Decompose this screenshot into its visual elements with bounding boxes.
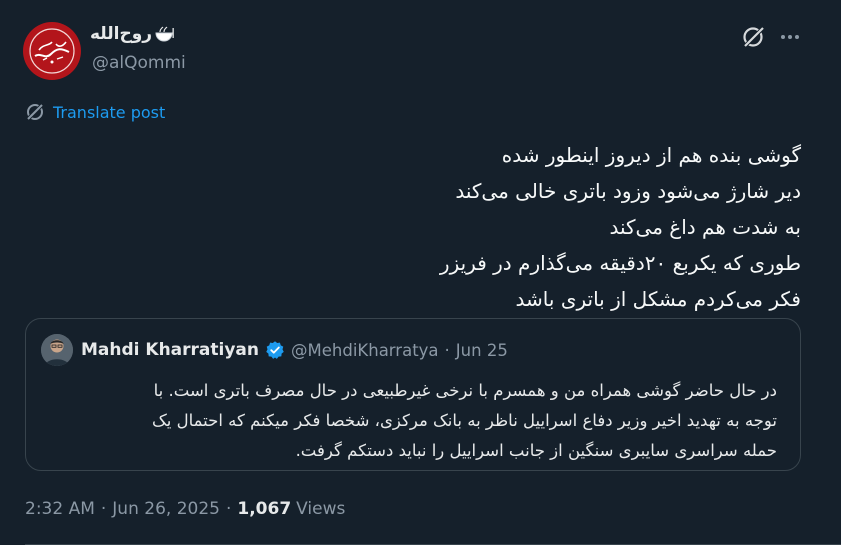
views-label: Views: [296, 499, 346, 519]
quoted-line: حمله سراسری سایبری سنگین از جانب اسراییل…: [295, 441, 777, 460]
quoted-author-name[interactable]: Mahdi Kharratiyan: [81, 340, 259, 360]
translate-post-link[interactable]: Translate post: [25, 102, 165, 122]
tweet-line: دیر شارژ می‌شود وزود باتری خالی می‌کند: [455, 179, 801, 203]
display-name-text: روح‌الله: [90, 24, 153, 44]
verified-badge-icon: [266, 341, 284, 359]
meta-separator: ·: [225, 499, 232, 519]
tweet-meta: 2:32 AM · Jun 26, 2025 · 1,067 Views: [25, 499, 345, 519]
quoted-separator: ·: [444, 340, 450, 360]
author-handle[interactable]: @alQommi: [92, 53, 186, 73]
grok-icon: [743, 26, 765, 48]
quoted-author-avatar[interactable]: [41, 334, 73, 366]
tweet-date[interactable]: Jun 26, 2025: [112, 499, 220, 519]
tweet-text: گوشی بنده هم از دیروز اینطور شده دیر شار…: [41, 137, 801, 317]
author-avatar[interactable]: [23, 22, 81, 80]
quoted-tweet-card[interactable]: Mahdi Kharratiyan @MehdiKharratya · Jun …: [25, 318, 801, 471]
tweet-line: گوشی بنده هم از دیروز اینطور شده: [501, 143, 801, 167]
bowl-emoji-icon: [155, 26, 174, 42]
quoted-date[interactable]: Jun 25: [456, 341, 508, 360]
translate-icon: [26, 103, 44, 121]
quoted-header: Mahdi Kharratiyan @MehdiKharratya · Jun …: [81, 340, 508, 360]
more-icon: [781, 35, 799, 39]
tweet-time[interactable]: 2:32 AM: [25, 499, 95, 519]
author-display-name[interactable]: روح‌الله: [90, 24, 175, 44]
views-count: 1,067: [237, 499, 292, 519]
quoted-line: توجه به تهدید اخیر وزیر دفاع اسراییل ناظ…: [151, 411, 777, 430]
tweet-line: فکر می‌کردم مشکل از باتری باشد: [515, 287, 801, 311]
more-options-button[interactable]: [776, 23, 804, 51]
meta-separator: ·: [100, 499, 107, 519]
grok-button[interactable]: [740, 23, 768, 51]
quoted-line: در حال حاضر گوشی همراه من و همسرم با نرخ…: [153, 381, 777, 400]
tweet-line: طوری که یکربع ۲۰دقیقه می‌گذارم در فریزر: [439, 251, 801, 275]
tweet-line: به شدت هم داغ می‌کند: [609, 215, 802, 239]
quoted-author-handle[interactable]: @MehdiKharratya: [291, 341, 439, 360]
quoted-tweet-text: در حال حاضر گوشی همراه من و همسرم با نرخ…: [37, 376, 777, 466]
person-photo-icon: [41, 334, 73, 366]
translate-label: Translate post: [53, 102, 166, 122]
calligraphy-logo-icon: [25, 24, 79, 78]
